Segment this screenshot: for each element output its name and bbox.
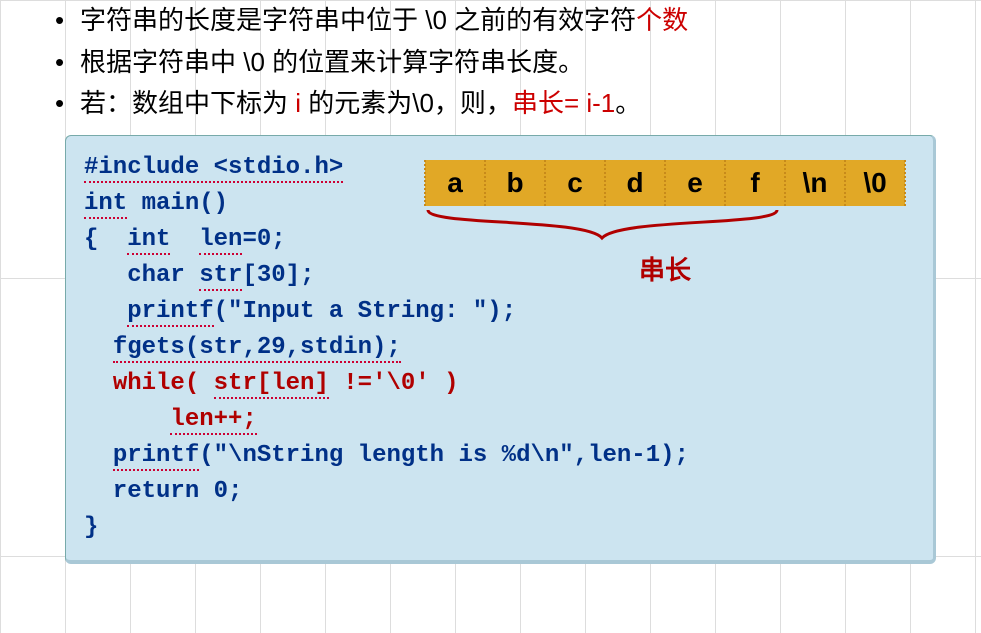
slide-content: 字符串的长度是字符串中位于 \0 之前的有效字符个数 根据字符串中 \0 的位置…	[0, 0, 981, 564]
bullet-1: 字符串的长度是字符串中位于 \0 之前的有效字符个数	[80, 0, 946, 42]
bullet-3-e: 。	[615, 88, 641, 118]
code-line-9: printf("\nString length is %d\n",len-1);	[84, 438, 915, 474]
code-block: a b c d e f \n \0 串长 #include <stdio.h> …	[65, 135, 936, 564]
bullet-3-c: 的元素为\0，则，	[301, 88, 512, 118]
cell-3: d	[604, 160, 666, 206]
code-line-7: while( str[len] !='\0' )	[84, 366, 915, 402]
cell-1: b	[484, 160, 546, 206]
brace-icon	[425, 208, 780, 242]
cell-4: e	[664, 160, 726, 206]
brace-label: 串长	[425, 251, 905, 290]
bullet-2-text: 根据字符串中 \0 的位置来计算字符串长度。	[80, 47, 584, 77]
bullet-3: 若：数组中下标为 i 的元素为\0，则，串长= i-1。	[80, 83, 946, 125]
code-line-6: fgets(str,29,stdin);	[84, 330, 915, 366]
cell-7: \0	[844, 160, 906, 206]
array-cells: a b c d e f \n \0	[425, 160, 905, 206]
code-line-5: printf("Input a String: ");	[84, 294, 915, 330]
cell-0: a	[424, 160, 486, 206]
cell-6: \n	[784, 160, 846, 206]
bullet-3-d: 串长= i-1	[512, 88, 615, 118]
array-visualization: a b c d e f \n \0 串长	[425, 160, 905, 290]
cell-5: f	[724, 160, 786, 206]
bullet-1-text-a: 字符串的长度是字符串中位于 \0 之前的有效字符	[80, 5, 636, 35]
bullet-3-a: 若：数组中下标为	[80, 88, 295, 118]
bullet-list: 字符串的长度是字符串中位于 \0 之前的有效字符个数 根据字符串中 \0 的位置…	[50, 0, 946, 125]
code-line-8: len++;	[84, 402, 915, 438]
code-line-10: return 0;	[84, 474, 915, 510]
code-line-11: }	[84, 510, 915, 546]
bullet-1-text-b: 个数	[636, 5, 688, 35]
cell-2: c	[544, 160, 606, 206]
bullet-2: 根据字符串中 \0 的位置来计算字符串长度。	[80, 42, 946, 84]
